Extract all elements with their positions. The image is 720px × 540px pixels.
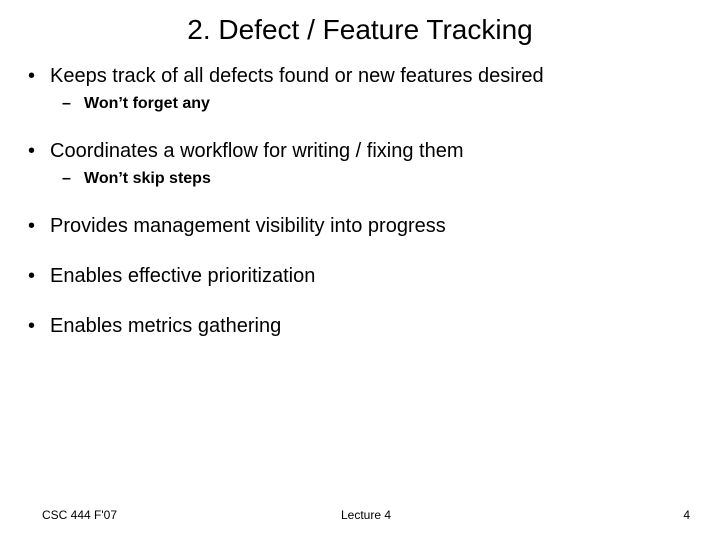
list-item: • Provides management visibility into pr… bbox=[28, 214, 692, 238]
slide-footer: CSC 444 F'07 Lecture 4 4 bbox=[0, 508, 720, 522]
slide-body: • Keeps track of all defects found or ne… bbox=[0, 46, 720, 338]
list-item: • Keeps track of all defects found or ne… bbox=[28, 64, 692, 113]
footer-left: CSC 444 F'07 bbox=[0, 508, 258, 522]
slide-title: 2. Defect / Feature Tracking bbox=[0, 0, 720, 46]
bullet-text: Coordinates a workflow for writing / fix… bbox=[50, 139, 464, 163]
bullet-text: Keeps track of all defects found or new … bbox=[50, 64, 544, 88]
bullet-text: Enables effective prioritization bbox=[50, 264, 315, 288]
list-item: • Coordinates a workflow for writing / f… bbox=[28, 139, 692, 188]
list-item: • Enables metrics gathering bbox=[28, 314, 692, 338]
bullet-text: Provides management visibility into prog… bbox=[50, 214, 446, 238]
list-item: • Enables effective prioritization bbox=[28, 264, 692, 288]
footer-center: Lecture 4 bbox=[258, 508, 474, 522]
sub-bullet-text: Won’t forget any bbox=[84, 94, 210, 113]
bullet-text: Enables metrics gathering bbox=[50, 314, 281, 338]
sub-list-item: – Won’t skip steps bbox=[28, 169, 692, 188]
bullet-list: • Keeps track of all defects found or ne… bbox=[28, 64, 692, 338]
bullet-icon: • bbox=[28, 141, 50, 161]
bullet-icon: • bbox=[28, 266, 50, 286]
bullet-icon: • bbox=[28, 316, 50, 336]
sub-list-item: – Won’t forget any bbox=[28, 94, 692, 113]
bullet-icon: • bbox=[28, 66, 50, 86]
bullet-icon: • bbox=[28, 216, 50, 236]
dash-icon: – bbox=[62, 96, 84, 112]
dash-icon: – bbox=[62, 171, 84, 187]
sub-bullet-text: Won’t skip steps bbox=[84, 169, 211, 188]
footer-right: 4 bbox=[474, 508, 720, 522]
slide: 2. Defect / Feature Tracking • Keeps tra… bbox=[0, 0, 720, 540]
